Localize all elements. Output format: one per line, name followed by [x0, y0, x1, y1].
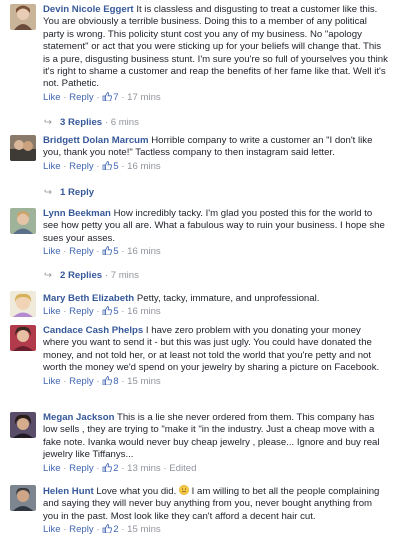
- timestamp[interactable]: 17 mins: [127, 92, 161, 103]
- like-link[interactable]: Like: [43, 161, 61, 172]
- reply-link[interactable]: Reply: [69, 92, 94, 103]
- edited-label[interactable]: Edited: [169, 463, 196, 474]
- comment-author[interactable]: Lynn Beekman: [43, 208, 111, 219]
- reply-link[interactable]: Reply: [69, 246, 94, 257]
- like-link[interactable]: Like: [43, 376, 61, 387]
- thumbs-up-icon: [102, 375, 113, 385]
- reply-link[interactable]: Reply: [69, 306, 94, 317]
- reaction-count[interactable]: 5: [102, 160, 119, 172]
- like-link[interactable]: Like: [43, 246, 61, 257]
- avatar[interactable]: [10, 4, 36, 30]
- like-link[interactable]: Like: [43, 524, 61, 535]
- reply-arrow-icon: ↪: [44, 117, 53, 128]
- comment-text: It is classless and disgusting to treat …: [43, 4, 388, 90]
- comment-author[interactable]: Helen Hunt: [43, 486, 94, 497]
- comment-actions: Like · Reply · 5 · 16 mins: [43, 306, 161, 318]
- comment-feed: Devin Nicole Eggert It is classless and …: [0, 0, 400, 557]
- reply-link[interactable]: Reply: [69, 463, 94, 474]
- comment-author[interactable]: Bridgett Dolan Marcum: [43, 135, 149, 146]
- comment-text-intro: Love what you did.: [96, 486, 177, 497]
- thumbs-up-icon: [102, 524, 113, 534]
- reaction-count[interactable]: 8: [102, 375, 119, 387]
- reaction-count[interactable]: 5: [102, 246, 119, 257]
- comment-actions: Like · Reply · 5 · 16 mins: [43, 160, 161, 172]
- comment-text: I am willing to bet all the people compl…: [43, 486, 380, 522]
- avatar[interactable]: [10, 135, 36, 161]
- reply-link[interactable]: Reply: [69, 161, 94, 172]
- like-link[interactable]: Like: [43, 92, 61, 103]
- like-link[interactable]: Like: [43, 306, 61, 317]
- reply-link[interactable]: Reply: [69, 376, 94, 387]
- like-link[interactable]: Like: [43, 463, 61, 474]
- comment-author[interactable]: Mary Beth Elizabeth: [43, 293, 134, 304]
- thumbs-up-icon: [102, 160, 113, 170]
- reaction-count[interactable]: 2: [102, 524, 119, 535]
- thumbs-up-icon: [102, 91, 113, 101]
- reply-link[interactable]: Reply: [69, 524, 94, 535]
- timestamp[interactable]: 15 mins: [127, 524, 161, 535]
- comment-author[interactable]: Devin Nicole Eggert: [43, 4, 134, 15]
- timestamp[interactable]: 15 mins: [127, 376, 161, 387]
- reply-arrow-icon: ↪: [44, 270, 53, 281]
- view-replies-link[interactable]: ↪ 3 Replies · 6 mins: [44, 117, 139, 129]
- reply-arrow-icon: ↪: [44, 187, 53, 198]
- avatar[interactable]: [10, 291, 36, 317]
- avatar[interactable]: [10, 325, 36, 351]
- comment-author[interactable]: Megan Jackson: [43, 412, 114, 423]
- avatar[interactable]: [10, 485, 36, 511]
- replies-timestamp: 6 mins: [110, 117, 139, 128]
- comment-actions: Like · Reply · 2 · 15 mins: [43, 524, 161, 536]
- avatar[interactable]: [10, 208, 36, 234]
- comment-actions: Like · Reply · 7 · 17 mins: [43, 91, 161, 103]
- thumbs-up-icon: [102, 246, 113, 256]
- timestamp[interactable]: 16 mins: [127, 306, 161, 317]
- replies-timestamp: 7 mins: [110, 270, 139, 281]
- view-replies-link[interactable]: ↪ 1 Reply: [44, 187, 94, 199]
- timestamp[interactable]: 16 mins: [127, 246, 161, 257]
- comment-actions: Like · Reply · 8 · 15 mins: [43, 375, 161, 387]
- comment-text: Petty, tacky, immature, and unprofession…: [136, 293, 320, 304]
- timestamp[interactable]: 16 mins: [127, 161, 161, 172]
- reaction-count[interactable]: 2: [102, 462, 119, 474]
- reaction-count[interactable]: 5: [102, 306, 119, 317]
- comment-actions: Like · Reply · 2 · 13 mins · Edited: [43, 462, 197, 474]
- timestamp[interactable]: 13 mins: [127, 463, 161, 474]
- comment-actions: Like · Reply · 5 · 16 mins: [43, 246, 161, 258]
- thumbs-up-icon: [102, 306, 113, 316]
- view-replies-link[interactable]: ↪ 2 Replies · 7 mins: [44, 270, 139, 282]
- smile-emoji-icon: [179, 485, 189, 495]
- reaction-count[interactable]: 7: [102, 91, 119, 103]
- comment-author[interactable]: Candace Cash Phelps: [43, 325, 143, 336]
- thumbs-up-icon: [102, 462, 113, 472]
- avatar[interactable]: [10, 412, 36, 438]
